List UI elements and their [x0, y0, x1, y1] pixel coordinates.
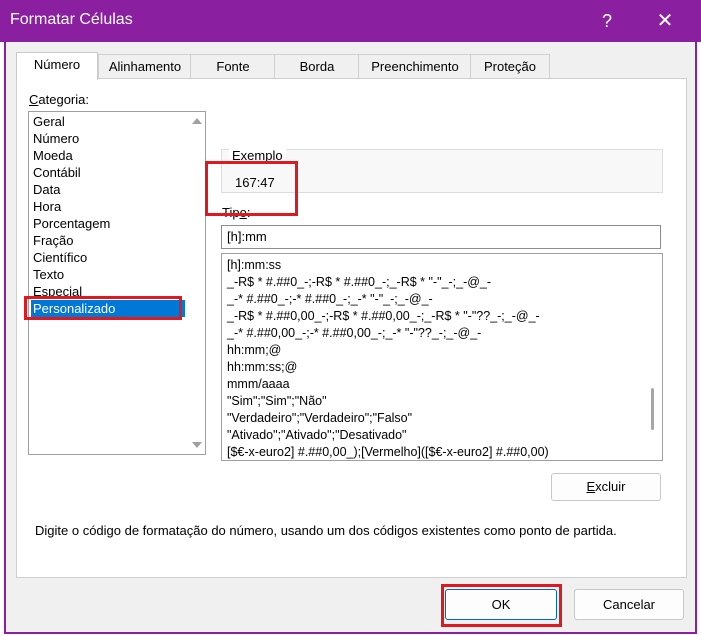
highlight-box-tipo: [205, 161, 298, 216]
category-item-porcentagem[interactable]: Porcentagem: [33, 215, 110, 232]
tab-preenchimento[interactable]: Preenchimento: [358, 54, 472, 79]
format-item[interactable]: hh:mm;@: [227, 342, 281, 359]
tab-numero[interactable]: Número: [16, 52, 98, 80]
highlight-box-personalizado: [24, 296, 182, 320]
category-item-numero[interactable]: Número: [33, 130, 79, 147]
number-tab-panel: Categoria: Geral Número Moeda Contábil D…: [16, 78, 687, 578]
category-list[interactable]: Geral Número Moeda Contábil Data Hora Po…: [28, 111, 206, 455]
tab-protecao[interactable]: Proteção: [470, 54, 550, 79]
category-label: Categoria:: [29, 92, 89, 107]
dialog-body: Número Alinhamento Fonte Borda Preenchim…: [4, 42, 697, 634]
cancel-button[interactable]: Cancelar: [574, 589, 684, 620]
help-button[interactable]: ?: [590, 6, 624, 36]
format-item[interactable]: "Ativado";"Ativado";"Desativado": [227, 427, 407, 444]
category-item-fracao[interactable]: Fração: [33, 232, 73, 249]
question-mark-icon: ?: [601, 11, 612, 31]
category-item-geral[interactable]: Geral: [33, 113, 65, 130]
format-item[interactable]: _-R$ * #.##0,00_-;-R$ * #.##0,00_-;_-R$ …: [227, 308, 540, 325]
category-item-texto[interactable]: Texto: [33, 266, 64, 283]
format-scroll-thumb[interactable]: [651, 388, 654, 430]
scroll-up-arrow-icon[interactable]: [192, 118, 202, 124]
scroll-down-arrow-icon[interactable]: [192, 442, 202, 448]
format-item[interactable]: [h]:mm:ss: [227, 257, 281, 274]
format-item[interactable]: mmm/aaaa: [227, 376, 290, 393]
format-scrollbar[interactable]: [645, 254, 662, 460]
category-item-cientifico[interactable]: Científico: [33, 249, 87, 266]
category-scrollbar[interactable]: [188, 112, 205, 454]
format-item[interactable]: _-R$ * #.##0_-;-R$ * #.##0_-;_-R$ * "-"_…: [227, 274, 491, 291]
category-item-hora[interactable]: Hora: [33, 198, 61, 215]
hint-text: Digite o código de formatação do número,…: [35, 523, 617, 538]
tab-borda[interactable]: Borda: [274, 54, 360, 79]
highlight-box-ok: [441, 584, 562, 627]
format-item[interactable]: hh:mm:ss;@: [227, 359, 297, 376]
tab-alinhamento[interactable]: Alinhamento: [98, 54, 192, 79]
dialog-title: Formatar Células: [10, 11, 133, 28]
format-item[interactable]: "Sim";"Sim";"Não": [227, 393, 327, 410]
format-item[interactable]: _-* #.##0_-;-* #.##0_-;_-* "-"_-;_-@_-: [227, 291, 433, 308]
category-item-moeda[interactable]: Moeda: [33, 147, 73, 164]
category-item-contabil[interactable]: Contábil: [33, 164, 81, 181]
format-code-list[interactable]: [h]:mm:ss _-R$ * #.##0_-;-R$ * #.##0_-;_…: [221, 253, 663, 461]
format-item[interactable]: _-* #.##0,00_-;-* #.##0,00_-;_-* "-"??_-…: [227, 325, 481, 342]
close-button[interactable]: ✕: [646, 6, 684, 36]
format-item[interactable]: [$€-x-euro2] #.##0,00_);[Vermelho]([$€-x…: [227, 444, 549, 460]
type-input[interactable]: [h]:mm: [221, 225, 661, 249]
delete-button[interactable]: Excluir: [551, 473, 661, 501]
tab-fonte[interactable]: Fonte: [190, 54, 276, 79]
format-item[interactable]: "Verdadeiro";"Verdadeiro";"Falso": [227, 410, 412, 427]
title-bar: Formatar Células ? ✕: [0, 0, 701, 42]
category-item-data[interactable]: Data: [33, 181, 60, 198]
close-icon: ✕: [656, 10, 674, 32]
